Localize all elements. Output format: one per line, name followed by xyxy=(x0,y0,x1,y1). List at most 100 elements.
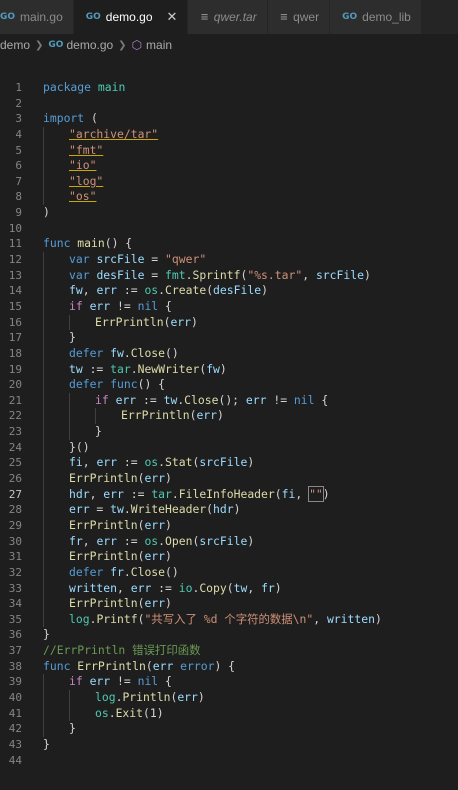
code-line[interactable]: 39 if err != nil { xyxy=(0,674,458,690)
tab-label: demo_lib xyxy=(362,10,411,24)
line-number: 19 xyxy=(8,362,22,376)
code-line[interactable]: 11 func main() { xyxy=(0,236,458,252)
code-text: var desFile = fmt.Sprintf("%s.tar", srcF… xyxy=(69,267,371,282)
indent-guide xyxy=(43,439,44,456)
code-line[interactable]: 40 log.Println(err) xyxy=(0,689,458,706)
code-line[interactable]: 34 ErrPrintln(err) xyxy=(0,596,458,612)
code-line[interactable]: 4 "archive/tar" xyxy=(0,126,458,143)
code-line[interactable]: 41 os.Exit(1) xyxy=(0,705,458,722)
code-line[interactable]: 42} xyxy=(0,721,458,737)
code-line[interactable]: 9) xyxy=(0,205,458,221)
code-line[interactable]: 23} xyxy=(0,424,458,440)
code-line[interactable]: 37 //ErrPrintln 错误打印函数 xyxy=(0,643,458,659)
code-line[interactable]: 20 defer func() { xyxy=(0,377,458,393)
code-line[interactable]: 36} xyxy=(0,627,458,643)
code-line[interactable]: 26 ErrPrintln(err) xyxy=(0,471,458,487)
indent-guide xyxy=(43,502,44,518)
code-line[interactable]: 17} xyxy=(0,330,458,346)
code-editor[interactable]: 1 package main 2 3 import (4 "archive/tar" 5 "f… xyxy=(0,80,458,780)
code-line[interactable]: 13 var desFile = fmt.Sprintf("%s.tar", sr… xyxy=(0,267,458,284)
file-icon: ≡ xyxy=(279,11,289,23)
close-icon[interactable]: ✕ xyxy=(167,10,178,25)
indent-guide xyxy=(69,689,70,706)
indent-guide xyxy=(43,564,44,581)
code-line[interactable]: 10 xyxy=(0,221,458,237)
tab-demo-go[interactable]: GO demo.go ✕ xyxy=(73,0,189,34)
code-line[interactable]: 29 ErrPrintln(err) xyxy=(0,517,458,534)
code-line[interactable]: 43} xyxy=(0,737,458,753)
indent-guide xyxy=(43,611,44,628)
code-line[interactable]: 3 import ( xyxy=(0,111,458,127)
indent-guide xyxy=(43,455,44,472)
code-line[interactable]: 12 var srcFile = "qwer" xyxy=(0,252,458,268)
code-line[interactable]: 6 "io" xyxy=(0,158,458,174)
code-line[interactable]: 31 ErrPrintln(err) xyxy=(0,549,458,565)
line-number: 14 xyxy=(8,284,22,298)
indent-guide xyxy=(43,533,44,550)
line-number: 30 xyxy=(8,534,22,548)
line-number: 31 xyxy=(8,550,22,564)
line-number: 4 xyxy=(15,127,22,141)
code-line[interactable]: 7 "log" xyxy=(0,173,458,190)
code-line[interactable]: 25 fi, err := os.Stat(srcFile) xyxy=(0,455,458,472)
breadcrumb-file[interactable]: demo.go xyxy=(66,38,113,52)
code-text: written, err := io.Copy(tw, fr) xyxy=(69,580,282,595)
line-number: 28 xyxy=(8,503,22,517)
code-text: tw := tar.NewWriter(fw) xyxy=(69,361,227,376)
code-text: } xyxy=(69,330,76,345)
breadcrumb-folder[interactable]: demo xyxy=(0,38,30,52)
tab-qwer[interactable]: ≡ qwer xyxy=(267,0,331,34)
breadcrumb-symbol[interactable]: main xyxy=(146,38,172,52)
indent-guide xyxy=(43,126,44,143)
code-line[interactable]: 5 "fmt" xyxy=(0,142,458,159)
line-number: 43 xyxy=(8,737,22,751)
code-text: log.Printf("共写入了 %d 个字符的数据\n", written) xyxy=(69,611,382,626)
code-text: ErrPrintln(err) xyxy=(69,471,172,486)
code-text: if err != nil { xyxy=(69,298,172,313)
indent-guide xyxy=(43,377,44,393)
code-text: } xyxy=(95,424,102,439)
code-line[interactable]: 15 if err != nil { xyxy=(0,298,458,315)
code-line[interactable]: 33 written, err := io.Copy(tw, fr) xyxy=(0,580,458,597)
indent-guide xyxy=(43,330,44,346)
code-line[interactable]: 14 fw, err := os.Create(desFile) xyxy=(0,283,458,299)
code-text: ErrPrintln(err) xyxy=(121,408,224,423)
code-line[interactable]: 28 err = tw.WriteHeader(hdr) xyxy=(0,502,458,518)
code-line[interactable]: 30 fr, err := os.Open(srcFile) xyxy=(0,533,458,550)
tab-demo-lib[interactable]: GO demo_lib xyxy=(330,0,422,34)
code-text: "os" xyxy=(69,189,97,204)
code-line[interactable]: 38 func ErrPrintln(err error) { xyxy=(0,659,458,675)
code-line[interactable]: 21 if err := tw.Close(); err != nil { xyxy=(0,392,458,409)
tab-qwer-tar[interactable]: ≡ qwer.tar xyxy=(188,0,268,34)
code-text: //ErrPrintln 错误打印函数 xyxy=(43,643,201,658)
tab-main-go[interactable]: GO main.go xyxy=(0,0,74,34)
indent-guide xyxy=(43,189,44,206)
code-line[interactable]: 16 ErrPrintln(err) xyxy=(0,314,458,331)
code-line[interactable]: 19 tw := tar.NewWriter(fw) xyxy=(0,361,458,378)
code-line[interactable]: 32 defer fr.Close() xyxy=(0,564,458,581)
indent-guide xyxy=(43,674,44,690)
code-text: import ( xyxy=(43,111,98,126)
indent-guide xyxy=(43,173,44,190)
indent-guide xyxy=(43,314,44,331)
code-line[interactable]: 1 package main xyxy=(0,80,458,96)
code-text: fw, err := os.Create(desFile) xyxy=(69,283,268,298)
indent-guide xyxy=(69,392,70,409)
code-line[interactable]: 24}() xyxy=(0,439,458,456)
code-line[interactable]: 35 log.Printf("共写入了 %d 个字符的数据\n", written… xyxy=(0,611,458,628)
code-line[interactable]: 22 ErrPrintln(err) xyxy=(0,408,458,425)
line-number: 40 xyxy=(8,690,22,704)
indent-guide xyxy=(43,283,44,299)
line-number: 39 xyxy=(8,675,22,689)
code-text: "archive/tar" xyxy=(69,126,159,141)
code-line[interactable]: 2 xyxy=(0,96,458,112)
code-line[interactable]: 44 xyxy=(0,753,458,769)
code-line[interactable]: 18 defer fw.Close() xyxy=(0,345,458,362)
code-line[interactable]: 8 "os" xyxy=(0,189,458,206)
code-text: "io" xyxy=(69,158,97,173)
code-line[interactable]: 27 hdr, err := tar.FileInfoHeader(fi, "") xyxy=(0,485,458,503)
line-number: 41 xyxy=(8,706,22,720)
file-icon: ≡ xyxy=(200,11,209,23)
line-number: 29 xyxy=(8,518,22,532)
code-text: fi, err := os.Stat(srcFile) xyxy=(69,455,255,470)
